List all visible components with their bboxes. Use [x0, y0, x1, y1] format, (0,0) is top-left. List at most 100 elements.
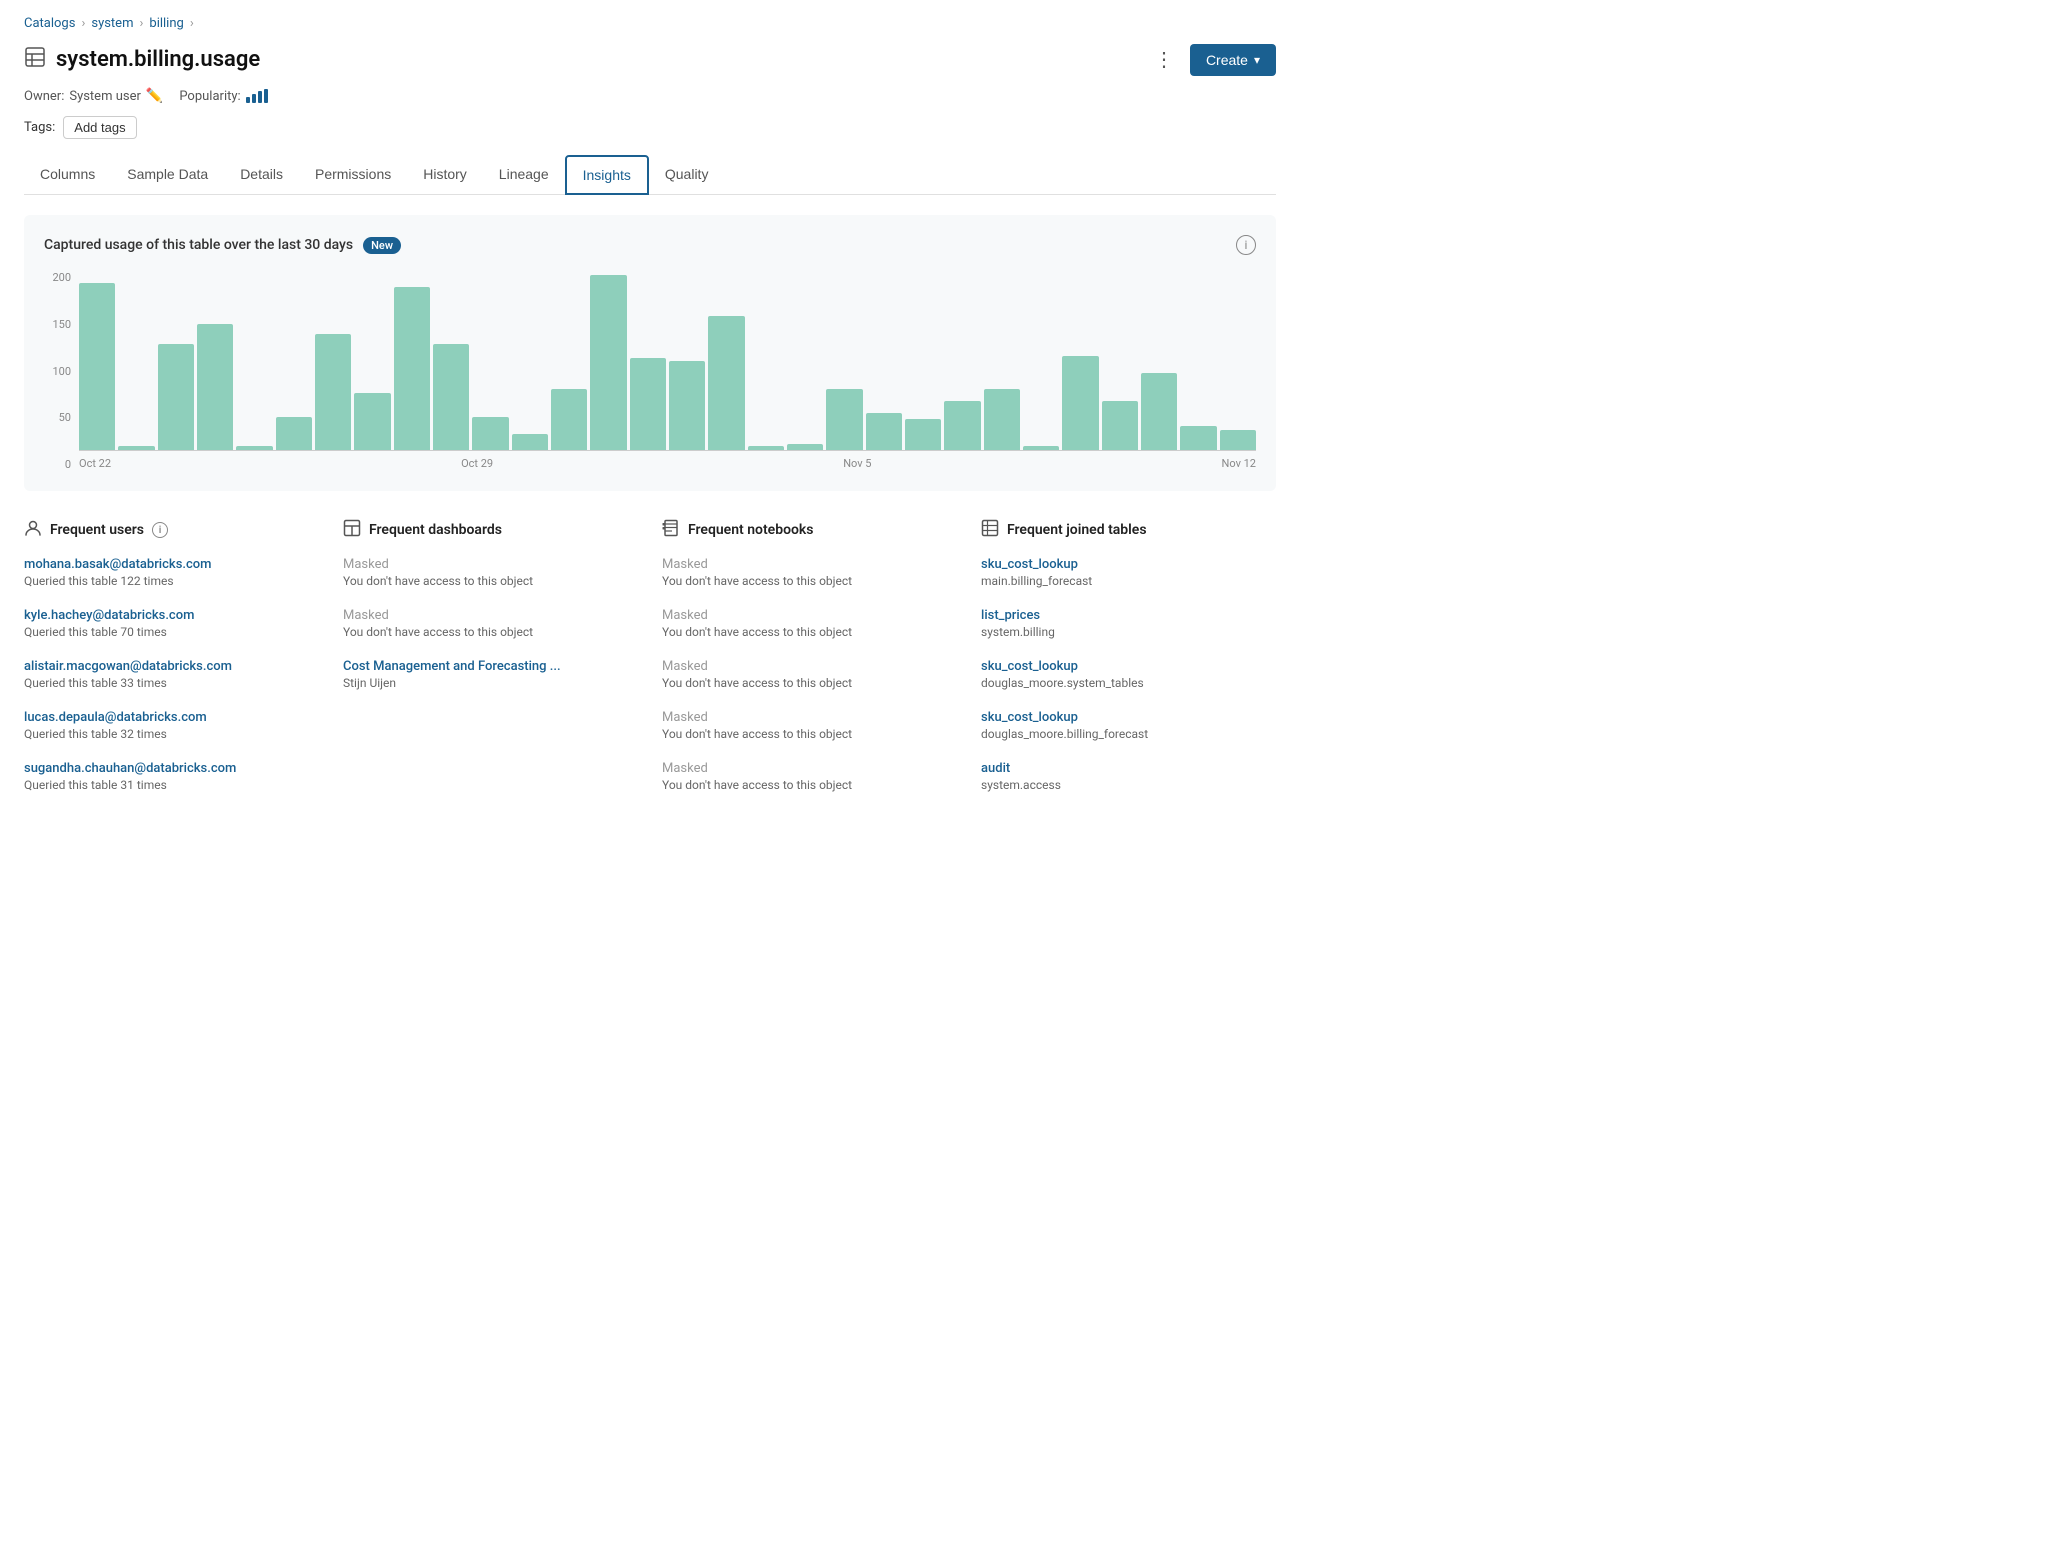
breadcrumb-system[interactable]: system: [91, 16, 133, 31]
joined-item-5: audit system.access: [981, 761, 1276, 792]
chart-bar-8[interactable]: [394, 287, 430, 450]
notebook-name-1: Masked: [662, 557, 957, 572]
chart-bar-18[interactable]: [787, 444, 823, 451]
bar-4: [264, 89, 268, 103]
chart-bar-20[interactable]: [866, 413, 902, 450]
notebook-name-4: Masked: [662, 710, 957, 725]
chart-bar-25[interactable]: [1062, 356, 1098, 450]
users-info-icon[interactable]: i: [152, 522, 168, 538]
chart-bar-17[interactable]: [748, 446, 784, 450]
owner-value: System user: [69, 89, 141, 104]
notebook-item-1: Masked You don't have access to this obj…: [662, 557, 957, 588]
edit-owner-icon[interactable]: ✏️: [146, 88, 163, 104]
user-name-2: kyle.hachey@databricks.com: [24, 608, 319, 623]
chart-bar-4[interactable]: [236, 446, 272, 450]
frequent-notebooks-col: Frequent notebooks Masked You don't have…: [662, 519, 957, 812]
tabs-bar: Columns Sample Data Details Permissions …: [24, 155, 1276, 195]
dashboard-name-1: Masked: [343, 557, 638, 572]
table-icon: [24, 46, 46, 73]
joined-name-1: sku_cost_lookup: [981, 557, 1276, 572]
owner-item: Owner: System user ✏️: [24, 88, 163, 104]
chart-bar-14[interactable]: [630, 358, 666, 450]
tab-columns[interactable]: Columns: [24, 156, 111, 194]
y-axis: 200 150 100 50 0: [44, 271, 79, 471]
tab-lineage[interactable]: Lineage: [483, 156, 565, 194]
notebook-sub-3: You don't have access to this object: [662, 676, 957, 690]
chart-bar-29[interactable]: [1220, 430, 1256, 450]
tab-insights[interactable]: Insights: [565, 155, 649, 195]
add-tags-button[interactable]: Add tags: [63, 116, 136, 139]
chart-title: Captured usage of this table over the la…: [44, 237, 401, 254]
create-label: Create: [1206, 52, 1248, 68]
bar-2: [252, 94, 256, 103]
chart-bar-1[interactable]: [118, 446, 154, 450]
frequent-users-label: Frequent users: [50, 522, 144, 538]
chart-bar-0[interactable]: [79, 283, 115, 450]
chart-bar-13[interactable]: [590, 275, 626, 450]
chart-bar-7[interactable]: [354, 393, 390, 450]
tab-permissions[interactable]: Permissions: [299, 156, 407, 194]
breadcrumb-sep-2: ›: [139, 16, 143, 31]
chart-bar-15[interactable]: [669, 361, 705, 451]
chart-bar-19[interactable]: [826, 389, 862, 450]
tab-quality[interactable]: Quality: [649, 156, 725, 194]
chart-bar-27[interactable]: [1141, 373, 1177, 450]
chart-bar-22[interactable]: [944, 401, 980, 450]
y-label-0: 0: [44, 458, 71, 471]
joined-item-1: sku_cost_lookup main.billing_forecast: [981, 557, 1276, 588]
joined-item-4: sku_cost_lookup douglas_moore.billing_fo…: [981, 710, 1276, 741]
tab-details[interactable]: Details: [224, 156, 299, 194]
chart-info-icon[interactable]: i: [1236, 235, 1256, 255]
chart-bar-16[interactable]: [708, 316, 744, 450]
user-sub-1: Queried this table 122 times: [24, 574, 319, 588]
notebook-sub-5: You don't have access to this object: [662, 778, 957, 792]
chart-bar-28[interactable]: [1180, 426, 1216, 450]
user-name-3: alistair.macgowan@databricks.com: [24, 659, 319, 674]
frequent-dashboards-header: Frequent dashboards: [343, 519, 638, 541]
notebook-sub-4: You don't have access to this object: [662, 727, 957, 741]
dashboard-item-3: Cost Management and Forecasting ... Stij…: [343, 659, 638, 690]
title-actions: ⋮ Create ▾: [1146, 41, 1276, 78]
chart-bar-10[interactable]: [472, 417, 508, 450]
chart-bar-9[interactable]: [433, 344, 469, 450]
breadcrumb-billing[interactable]: billing: [149, 16, 183, 31]
insights-grid: Frequent users i mohana.basak@databricks…: [24, 519, 1276, 812]
joined-name-5: audit: [981, 761, 1276, 776]
frequent-dashboards-label: Frequent dashboards: [369, 522, 502, 538]
notebook-icon: [662, 519, 680, 541]
frequent-dashboards-col: Frequent dashboards Masked You don't hav…: [343, 519, 638, 812]
chart-bar-3[interactable]: [197, 324, 233, 450]
tab-history[interactable]: History: [407, 156, 483, 194]
breadcrumb: Catalogs › system › billing ›: [24, 16, 1276, 31]
chart-area: 200 150 100 50 0 Oct 22 Oct 29 Nov 5 Nov…: [44, 271, 1256, 471]
owner-label: Owner:: [24, 89, 64, 104]
chart-bar-2[interactable]: [158, 344, 194, 450]
page-title: system.billing.usage: [56, 47, 260, 72]
x-label-nov12: Nov 12: [1222, 457, 1256, 470]
chart-bar-26[interactable]: [1102, 401, 1138, 450]
create-button[interactable]: Create ▾: [1190, 44, 1276, 76]
bar-3: [258, 91, 262, 103]
tags-label: Tags:: [24, 120, 55, 135]
chart-bar-6[interactable]: [315, 334, 351, 450]
notebook-name-3: Masked: [662, 659, 957, 674]
breadcrumb-catalogs[interactable]: Catalogs: [24, 16, 75, 31]
dashboard-item-2: Masked You don't have access to this obj…: [343, 608, 638, 639]
chart-bar-12[interactable]: [551, 389, 587, 450]
joined-sub-5: system.access: [981, 778, 1276, 792]
chart-bar-5[interactable]: [276, 417, 312, 450]
chart-bar-23[interactable]: [984, 389, 1020, 450]
new-badge: New: [363, 237, 401, 254]
joined-tables-icon: [981, 519, 999, 541]
user-name-5: sugandha.chauhan@databricks.com: [24, 761, 319, 776]
tab-sample-data[interactable]: Sample Data: [111, 156, 224, 194]
chart-bar-11[interactable]: [512, 434, 548, 450]
chart-bar-24[interactable]: [1023, 446, 1059, 450]
more-options-button[interactable]: ⋮: [1146, 41, 1182, 78]
chart-bar-21[interactable]: [905, 419, 941, 450]
x-label-oct22: Oct 22: [79, 457, 111, 470]
bar-1: [246, 97, 250, 103]
joined-item-2: list_prices system.billing: [981, 608, 1276, 639]
title-left: system.billing.usage: [24, 46, 260, 73]
joined-name-2: list_prices: [981, 608, 1276, 623]
